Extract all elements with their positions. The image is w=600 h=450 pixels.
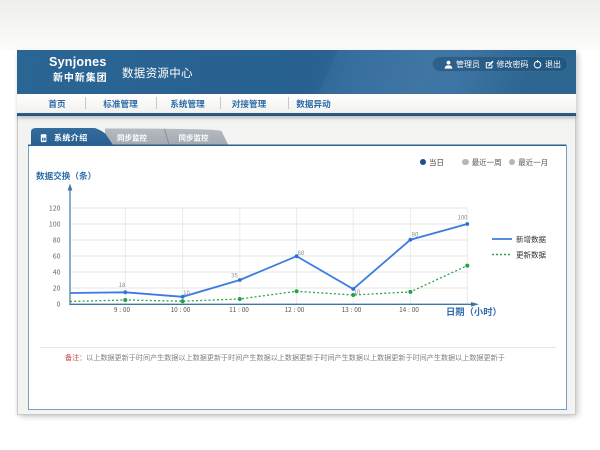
svg-text:40: 40 (53, 268, 61, 278)
svg-text:10: 10 (354, 287, 361, 296)
svg-text:新增数据: 新增数据 (516, 234, 546, 245)
svg-text:80: 80 (53, 236, 61, 246)
svg-text:14 : 00: 14 : 00 (399, 304, 419, 314)
svg-text:10: 10 (183, 288, 190, 297)
svg-text:80: 80 (412, 230, 419, 239)
svg-text:系统介绍: 系统介绍 (54, 133, 88, 144)
svg-text:60: 60 (53, 252, 61, 262)
svg-text:120: 120 (49, 204, 61, 214)
svg-text:更新数据: 更新数据 (516, 249, 546, 260)
svg-text:同步监控: 同步监控 (117, 133, 147, 144)
svg-text:100: 100 (458, 213, 469, 222)
svg-text:18: 18 (119, 280, 126, 289)
svg-text:日期（小时）: 日期（小时） (446, 304, 502, 318)
svg-text:0: 0 (57, 300, 61, 310)
svg-text:35: 35 (231, 271, 238, 280)
svg-text:100: 100 (49, 220, 61, 230)
svg-text:12 : 00: 12 : 00 (285, 304, 305, 314)
svg-text:10 : 00: 10 : 00 (171, 304, 191, 314)
svg-text:13 : 00: 13 : 00 (342, 304, 362, 314)
svg-text:60: 60 (298, 248, 305, 257)
svg-text:11 : 00: 11 : 00 (229, 304, 249, 314)
svg-text:同步监控: 同步监控 (179, 133, 209, 144)
svg-text:20: 20 (53, 284, 61, 294)
svg-text:9 : 00: 9 : 00 (114, 304, 131, 314)
